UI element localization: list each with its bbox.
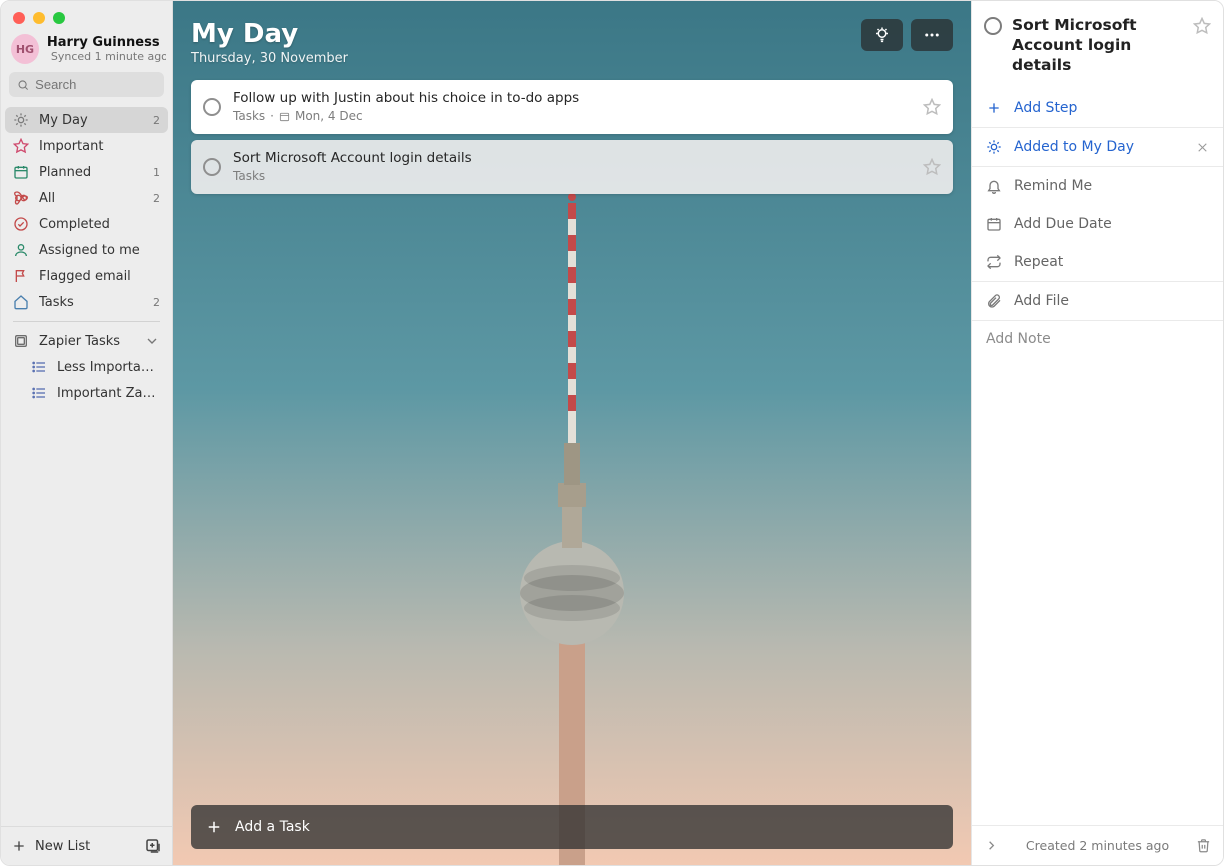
check-circle-icon	[13, 216, 29, 232]
star-outline-icon[interactable]	[923, 98, 941, 116]
window-traffic-lights	[1, 1, 172, 30]
hide-detail-icon[interactable]	[984, 838, 999, 853]
page-title: My Day	[191, 19, 348, 49]
task-title: Sort Microsoft Account login details	[233, 150, 911, 168]
group-icon	[13, 333, 29, 349]
main-header: My Day Thursday, 30 November	[191, 19, 953, 66]
close-window-button[interactable]	[13, 12, 25, 24]
sync-status: Synced 1 minute ago	[47, 50, 166, 63]
task-subtitle: Tasks · Mon, 4 Dec	[233, 109, 911, 125]
sidebar-item-flagged[interactable]: Flagged email	[5, 263, 168, 289]
search-field[interactable]	[35, 77, 156, 92]
bell-icon	[986, 178, 1002, 194]
more-horizontal-icon	[923, 26, 941, 44]
repeat-icon	[986, 254, 1002, 270]
sidebar-item-tasks[interactable]: Tasks 2	[5, 289, 168, 315]
detail-panel: Sort Microsoft Account login details Add…	[971, 1, 1223, 865]
task-complete-toggle[interactable]	[203, 158, 221, 176]
due-date-row[interactable]: Add Due Date	[972, 205, 1223, 243]
sidebar-item-my-day[interactable]: My Day 2	[5, 107, 168, 133]
list-icon	[31, 359, 47, 375]
detail-footer: Created 2 minutes ago	[972, 825, 1223, 865]
close-icon[interactable]	[1196, 141, 1209, 154]
task-list: Follow up with Justin about his choice i…	[191, 80, 953, 194]
zoom-window-button[interactable]	[53, 12, 65, 24]
task-row[interactable]: Follow up with Justin about his choice i…	[191, 80, 953, 134]
add-note-input[interactable]: Add Note	[972, 321, 1223, 357]
star-icon	[13, 138, 29, 154]
home-icon	[13, 294, 29, 310]
star-outline-icon[interactable]	[1193, 17, 1211, 35]
sidebar-item-important[interactable]: Important	[5, 133, 168, 159]
sidebar-item-planned[interactable]: Planned 1	[5, 159, 168, 185]
more-button[interactable]	[911, 19, 953, 51]
repeat-row[interactable]: Repeat	[972, 243, 1223, 281]
sidebar-group-zapier[interactable]: Zapier Tasks	[5, 328, 168, 354]
task-title: Follow up with Justin about his choice i…	[233, 90, 911, 108]
list-icon	[31, 385, 47, 401]
flag-icon	[13, 268, 29, 284]
sidebar: HG Harry Guinness Synced 1 minute ago My…	[1, 1, 173, 865]
sun-icon	[986, 139, 1002, 155]
add-file-row[interactable]: Add File	[972, 282, 1223, 320]
infinity-icon	[13, 190, 29, 206]
sidebar-divider	[13, 321, 160, 322]
remind-me-row[interactable]: Remind Me	[972, 167, 1223, 205]
task-subtitle: Tasks	[233, 169, 911, 185]
page-date: Thursday, 30 November	[191, 51, 348, 66]
plus-icon	[205, 818, 223, 836]
created-timestamp: Created 2 minutes ago	[1009, 838, 1186, 853]
detail-complete-toggle[interactable]	[984, 17, 1002, 35]
sidebar-list-less-important[interactable]: Less Importan…	[5, 354, 168, 380]
user-name: Harry Guinness	[47, 35, 166, 51]
calendar-mini-icon	[279, 111, 290, 122]
task-row[interactable]: Sort Microsoft Account login details Tas…	[191, 140, 953, 194]
sun-icon	[13, 112, 29, 128]
suggestions-button[interactable]	[861, 19, 903, 51]
paperclip-icon	[986, 293, 1002, 309]
sidebar-footer: New List	[1, 826, 172, 865]
calendar-icon	[13, 164, 29, 180]
add-task-label: Add a Task	[235, 819, 310, 835]
add-step-button[interactable]: Add Step	[972, 89, 1223, 127]
lightbulb-icon	[873, 26, 891, 44]
plus-icon	[986, 100, 1002, 116]
chevron-down-icon	[144, 333, 160, 349]
task-complete-toggle[interactable]	[203, 98, 221, 116]
star-outline-icon[interactable]	[923, 158, 941, 176]
sidebar-item-all[interactable]: All 2	[5, 185, 168, 211]
detail-title[interactable]: Sort Microsoft Account login details	[1012, 15, 1183, 75]
avatar: HG	[11, 34, 39, 64]
new-group-icon[interactable]	[144, 837, 162, 855]
profile-button[interactable]: HG Harry Guinness Synced 1 minute ago	[1, 30, 172, 72]
search-icon	[17, 78, 29, 92]
sidebar-list-important-zap[interactable]: Important Zap…	[5, 380, 168, 406]
main-panel: My Day Thursday, 30 November Follow	[173, 1, 971, 865]
sidebar-item-assigned[interactable]: Assigned to me	[5, 237, 168, 263]
person-icon	[13, 242, 29, 258]
sidebar-item-completed[interactable]: Completed	[5, 211, 168, 237]
new-list-button[interactable]: New List	[35, 839, 90, 854]
plus-icon	[11, 838, 27, 854]
calendar-icon	[986, 216, 1002, 232]
minimize-window-button[interactable]	[33, 12, 45, 24]
added-to-my-day-row[interactable]: Added to My Day	[972, 128, 1223, 166]
delete-icon[interactable]	[1196, 838, 1211, 853]
smart-lists: My Day 2 Important Planned 1 All 2 Compl…	[1, 107, 172, 406]
add-task-input[interactable]: Add a Task	[191, 805, 953, 849]
search-input[interactable]	[9, 72, 164, 97]
